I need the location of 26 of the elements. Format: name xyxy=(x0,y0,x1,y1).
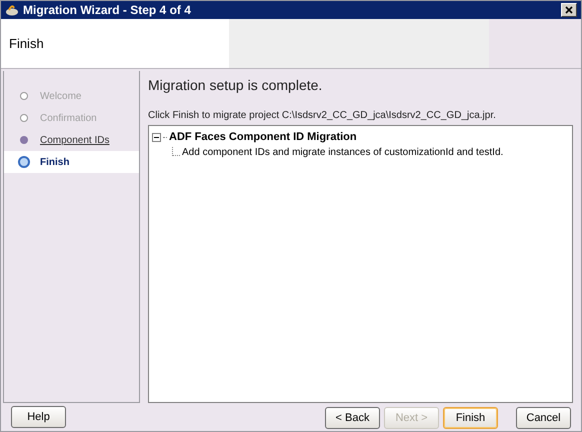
step-label: Finish xyxy=(40,156,70,170)
help-button[interactable]: Help xyxy=(11,406,66,428)
tree-node[interactable]: ADF Faces Component ID Migration xyxy=(169,129,357,146)
app-icon xyxy=(5,3,19,17)
header-title: Finish xyxy=(9,34,44,53)
step-marker-icon xyxy=(20,92,28,100)
step-label: Welcome xyxy=(40,90,82,104)
step-marker-icon xyxy=(20,136,28,144)
step-marker-icon xyxy=(18,156,30,168)
instruction-text: Click Finish to migrate project C:\Isdsrv2_CC_GD_jca\Isdsrv2_CC_GD_jca.jpr. xyxy=(148,109,497,123)
wizard-button[interactable]: Finish xyxy=(443,407,498,430)
content-heading: Migration setup is complete. xyxy=(148,76,324,95)
step-marker-icon xyxy=(20,114,28,122)
minus-icon xyxy=(154,134,159,140)
tree-node[interactable]: Add component IDs and migrate instances of customizationId and testId. xyxy=(182,144,504,160)
collapse-toggle[interactable] xyxy=(152,132,161,142)
window-title: Migration Wizard - Step 4 of 4 xyxy=(23,2,192,19)
close-button[interactable] xyxy=(561,3,577,17)
wizard-step[interactable]: Component IDs xyxy=(4,129,139,151)
step-label: Component IDs xyxy=(40,134,110,148)
step-label: Confirmation xyxy=(40,112,97,126)
close-icon xyxy=(565,6,573,14)
tree-connector xyxy=(163,136,167,138)
wizard-step[interactable]: Finish xyxy=(4,151,139,173)
wizard-button[interactable]: Cancel xyxy=(516,407,571,430)
wizard-button[interactable]: < Back xyxy=(325,407,380,430)
